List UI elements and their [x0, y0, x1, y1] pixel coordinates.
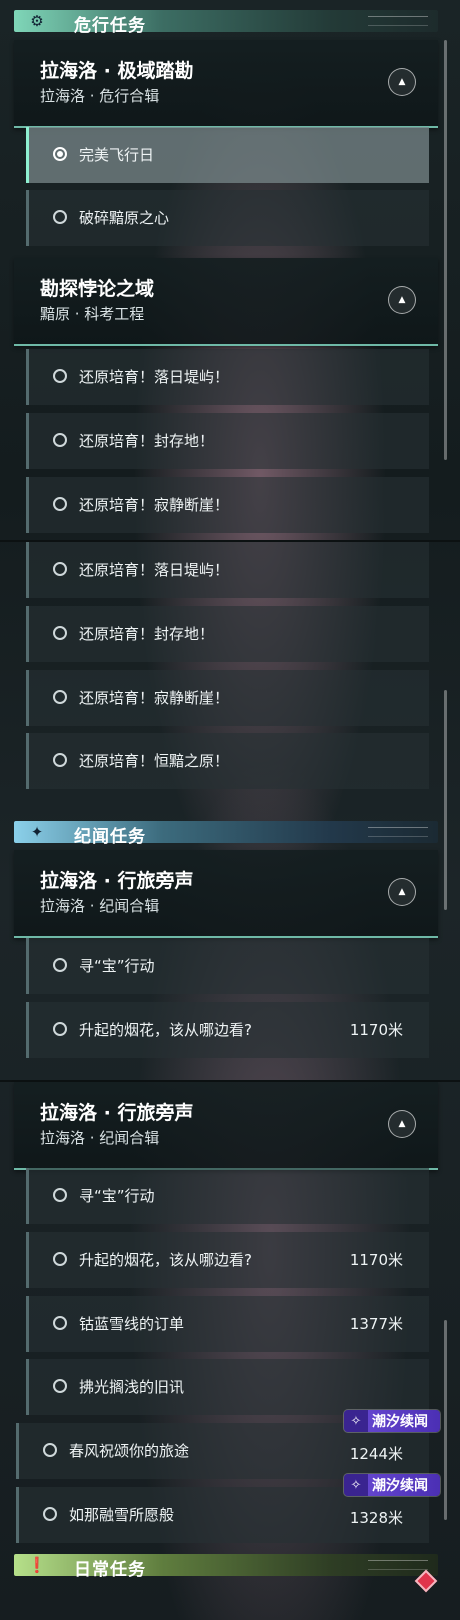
- radio-icon: [53, 1252, 67, 1266]
- radio-icon: [53, 433, 67, 447]
- group-subtitle: 黯原 · 科考工程: [40, 305, 145, 323]
- quest-distance: 1244米: [349, 1445, 403, 1463]
- quest-row[interactable]: 还原培育！恒黯之原！: [26, 733, 429, 789]
- quest-row[interactable]: 升起的烟花，该从哪边看? 1170米: [26, 1002, 429, 1058]
- quest-label: 还原培育！寂静断崖！: [79, 689, 230, 707]
- header-decoration: [368, 16, 428, 26]
- quest-distance: 1170米: [349, 1021, 403, 1039]
- group-subtitle: 拉海洛 · 危行合辑: [40, 87, 160, 105]
- scrollbar[interactable]: [444, 40, 447, 460]
- quest-distance: 1170米: [349, 1251, 403, 1269]
- quest-panel-3: 拉海洛 · 行旅旁声 拉海洛 · 纪闻合辑 ▲ 寻“宝”行动 升起的烟花，该从哪…: [0, 1080, 460, 1620]
- quest-panel-2: 还原培育！落日堤屿！ 还原培育！封存地！ 还原培育！寂静断崖！ 还原培育！恒黯之…: [0, 540, 460, 1080]
- quest-row[interactable]: 寻“宝”行动: [26, 1168, 429, 1224]
- section-header-daily[interactable]: ❗ 日常任务: [14, 1554, 438, 1580]
- section-title: 危行任务: [74, 16, 146, 36]
- quest-group-card[interactable]: 拉海洛 · 极域踏勘 拉海洛 · 危行合辑 ▲: [14, 40, 438, 128]
- tidal-badge-icon: ✧: [344, 1474, 368, 1496]
- section-header-danger[interactable]: ⚙ 危行任务: [14, 10, 438, 36]
- group-title: 拉海洛 · 行旅旁声: [40, 1102, 194, 1124]
- radio-icon: [53, 1316, 67, 1330]
- radio-icon: [53, 1022, 67, 1036]
- radio-icon: [53, 690, 67, 704]
- quest-row[interactable]: 还原培育！寂静断崖！: [26, 477, 429, 533]
- quest-label: 破碎黯原之心: [79, 209, 170, 227]
- quest-row[interactable]: 完美飞行日: [26, 127, 429, 183]
- gear-badge-icon: ⚙: [30, 12, 44, 30]
- quest-label: 还原培育！封存地！: [79, 625, 215, 643]
- group-subtitle: 拉海洛 · 纪闻合辑: [40, 1129, 160, 1147]
- header-decoration: [368, 827, 428, 837]
- quest-group-card[interactable]: 勘探悖论之域 黯原 · 科考工程 ▲: [14, 258, 438, 346]
- tidal-badge-icon: ✧: [344, 1410, 368, 1432]
- collapse-icon[interactable]: ▲: [388, 878, 416, 906]
- quest-group-card[interactable]: 拉海洛 · 行旅旁声 拉海洛 · 纪闻合辑 ▲: [14, 1082, 438, 1170]
- quest-row[interactable]: 还原培育！寂静断崖！: [26, 670, 429, 726]
- quest-label: 拂光搁浅的旧讯: [79, 1378, 185, 1396]
- group-title: 拉海洛 · 行旅旁声: [40, 870, 194, 892]
- radio-selected-icon: [53, 147, 67, 161]
- quest-label: 还原培育！寂静断崖！: [79, 496, 230, 514]
- header-decoration: [368, 1560, 428, 1570]
- quest-row[interactable]: 还原培育！落日堤屿！: [26, 542, 429, 598]
- badge-label: 潮汐续闻: [372, 1414, 428, 1430]
- badge-label: 潮汐续闻: [372, 1478, 428, 1494]
- quest-label: 钴蓝雪线的订单: [79, 1315, 185, 1333]
- quest-row[interactable]: 还原培育！封存地！: [26, 606, 429, 662]
- quest-row[interactable]: 还原培育！封存地！: [26, 413, 429, 469]
- quest-label: 寻“宝”行动: [79, 957, 155, 975]
- quest-label: 寻“宝”行动: [79, 1187, 155, 1205]
- section-header-journal[interactable]: ✦ 纪闻任务: [14, 821, 438, 847]
- quest-row[interactable]: 升起的烟花，该从哪边看? 1170米: [26, 1232, 429, 1288]
- collapse-icon[interactable]: ▲: [388, 68, 416, 96]
- tidal-badge: ✧ 潮汐续闻: [344, 1410, 440, 1432]
- radio-icon: [53, 210, 67, 224]
- quest-row[interactable]: 破碎黯原之心: [26, 190, 429, 246]
- group-title: 拉海洛 · 极域踏勘: [40, 60, 194, 82]
- collapse-icon[interactable]: ▲: [388, 1110, 416, 1138]
- quest-row[interactable]: 拂光搁浅的旧讯: [26, 1359, 429, 1415]
- scrollbar[interactable]: [444, 1320, 447, 1520]
- group-title: 勘探悖论之域: [40, 278, 155, 300]
- quest-row[interactable]: 还原培育！落日堤屿！: [26, 349, 429, 405]
- quest-label: 完美飞行日: [79, 146, 155, 164]
- quest-distance: 1328米: [349, 1509, 403, 1527]
- tidal-badge: ✧ 潮汐续闻: [344, 1474, 440, 1496]
- scrollbar[interactable]: [444, 690, 447, 910]
- quest-label: 还原培育！落日堤屿！: [79, 561, 230, 579]
- radio-icon: [53, 1379, 67, 1393]
- radio-icon: [43, 1443, 57, 1457]
- quest-label: 升起的烟花，该从哪边看?: [79, 1021, 252, 1039]
- radio-icon: [53, 1188, 67, 1202]
- sparkle-icon: ✦: [30, 823, 44, 841]
- exclamation-icon: ❗: [27, 1556, 47, 1574]
- quest-group-card[interactable]: 拉海洛 · 行旅旁声 拉海洛 · 纪闻合辑 ▲: [14, 850, 438, 938]
- radio-icon: [53, 562, 67, 576]
- quest-panel-1: ⚙ 危行任务 拉海洛 · 极域踏勘 拉海洛 · 危行合辑 ▲ 完美飞行日 破碎黯…: [0, 0, 460, 540]
- quest-label: 升起的烟花，该从哪边看?: [79, 1251, 252, 1269]
- quest-label: 还原培育！恒黯之原！: [79, 752, 230, 770]
- quest-label: 还原培育！封存地！: [79, 432, 215, 450]
- quest-label: 还原培育！落日堤屿！: [79, 368, 230, 386]
- radio-icon: [43, 1507, 57, 1521]
- radio-icon: [53, 369, 67, 383]
- radio-icon: [53, 753, 67, 767]
- quest-row[interactable]: 寻“宝”行动: [26, 938, 429, 994]
- section-title: 日常任务: [74, 1560, 146, 1580]
- quest-row[interactable]: 钴蓝雪线的订单 1377米: [26, 1296, 429, 1352]
- quest-label: 如那融雪所愿般: [69, 1506, 175, 1524]
- collapse-icon[interactable]: ▲: [388, 286, 416, 314]
- group-subtitle: 拉海洛 · 纪闻合辑: [40, 897, 160, 915]
- quest-distance: 1377米: [349, 1315, 403, 1333]
- quest-label: 春风祝颂你的旅途: [69, 1442, 190, 1460]
- radio-icon: [53, 497, 67, 511]
- radio-icon: [53, 626, 67, 640]
- radio-icon: [53, 958, 67, 972]
- section-title: 纪闻任务: [74, 827, 146, 847]
